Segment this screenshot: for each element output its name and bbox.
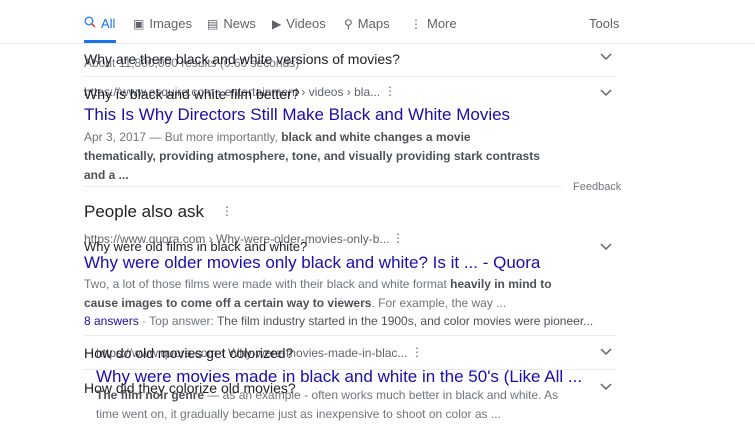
tab-all[interactable]: All (84, 16, 115, 31)
chevron-down-icon[interactable] (600, 243, 612, 253)
divider (84, 335, 616, 336)
tab-videos[interactable]: ▶ Videos (272, 16, 326, 31)
result-title[interactable]: Why were older movies only black and whi… (84, 253, 540, 273)
tab-label: Maps (357, 16, 390, 31)
chevron-down-icon[interactable] (600, 89, 612, 99)
image-icon: ▣ (133, 16, 145, 31)
snippet-text: Two, a lot of those films were made with… (84, 277, 451, 291)
tab-label: Videos (286, 16, 326, 31)
tools-button[interactable]: Tools (589, 16, 619, 31)
question-1[interactable]: Why are there black and white versions o… (84, 51, 400, 67)
tab-label: Images (149, 16, 192, 31)
divider (84, 186, 562, 187)
tab-maps[interactable]: ⚲ Maps (344, 16, 390, 31)
search-tabs: All ▣ Images ▤ News ▶ Videos ⚲ Maps ⋮ More To… (0, 0, 755, 44)
search-icon (84, 16, 96, 31)
chevron-down-icon[interactable] (600, 53, 612, 63)
more-vert-icon: ⋮ (410, 16, 422, 31)
top-answer-label: · Top answer: (138, 314, 217, 328)
top-answer-text: The film industry started in the 1900s, … (216, 314, 594, 328)
chevron-down-icon[interactable] (600, 383, 612, 393)
snippet-text: . For example, the way ... (371, 296, 507, 310)
question-2[interactable]: Why is black and white film better? (84, 86, 300, 102)
question-4[interactable]: How do old movies get colorized? (84, 345, 293, 361)
more-vert-icon[interactable]: ⋮ (411, 345, 423, 359)
chevron-down-icon[interactable] (600, 348, 612, 358)
people-also-ask-title: People also ask (84, 202, 205, 221)
tab-label: News (223, 16, 256, 31)
news-icon: ▤ (207, 16, 219, 31)
tab-images[interactable]: ▣ Images (133, 16, 192, 31)
top-answer-line: 8 answers · Top answer: The film industr… (84, 312, 593, 331)
tools-label: Tools (589, 16, 620, 31)
result-snippet: Two, a lot of those films were made with… (84, 275, 584, 313)
tab-label: All (101, 16, 116, 31)
question-3[interactable]: Why were old films in black and white? (84, 239, 307, 254)
result-snippet: Apr 3, 2017 — But more importantly, blac… (84, 128, 544, 185)
snippet-bold: The film noir genre (96, 388, 205, 402)
result-snippet: The film noir genre — as an example - of… (96, 386, 576, 424)
divider (84, 76, 616, 77)
more-vert-icon[interactable]: ⋮ (392, 231, 404, 245)
more-vert-icon[interactable]: ⋮ (221, 204, 233, 218)
snippet-text: Apr 3, 2017 — But more importantly, (84, 130, 282, 144)
answers-link[interactable]: 8 answers (84, 314, 139, 328)
video-icon: ▶ (272, 16, 282, 31)
tab-news[interactable]: ▤ News (207, 16, 256, 31)
active-tab-indicator (84, 40, 116, 43)
result-title[interactable]: This Is Why Directors Still Make Black a… (84, 105, 510, 125)
more-vert-icon[interactable]: ⋮ (384, 84, 396, 98)
feedback-link[interactable]: Feedback (573, 181, 621, 193)
tab-label: More (427, 16, 457, 31)
map-pin-icon: ⚲ (344, 16, 353, 31)
tab-more[interactable]: ⋮ More (410, 16, 457, 31)
